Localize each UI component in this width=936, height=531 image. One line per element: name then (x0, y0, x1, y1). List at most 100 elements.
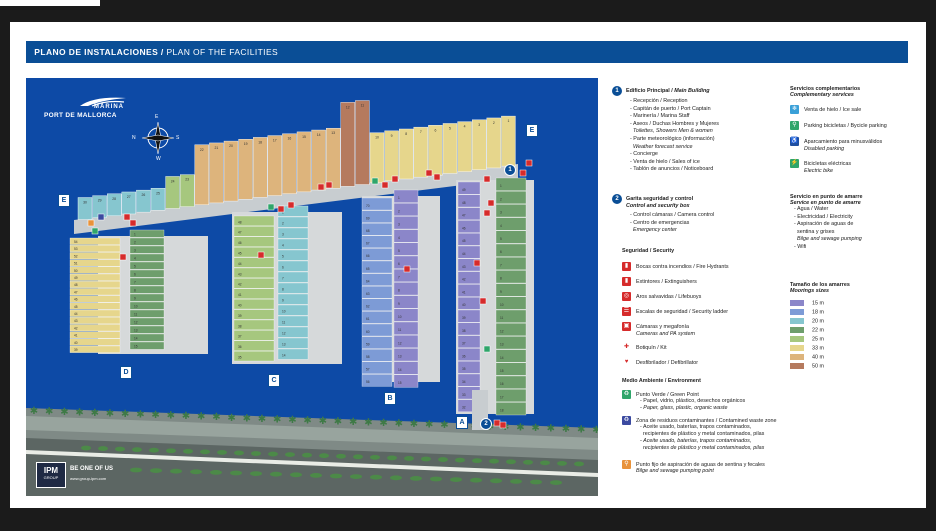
berth-top[interactable]: 1 (501, 115, 516, 167)
berth-d_right[interactable]: 7 (129, 277, 165, 286)
berth-c_left[interactable]: 41 (233, 288, 275, 299)
berth-a_right[interactable]: 11 (495, 309, 527, 323)
berth-slot[interactable] (252, 137, 268, 198)
berth-top[interactable]: 25 (150, 188, 166, 211)
berth-top[interactable]: 17 (267, 135, 283, 196)
berth-c_left[interactable]: 43 (233, 267, 275, 278)
berth-a_right[interactable]: 5 (495, 230, 527, 244)
berth-c_left[interactable]: 48 (233, 215, 275, 226)
berth-top[interactable]: 6 (428, 125, 443, 176)
berth-d_right[interactable]: 2 (129, 237, 165, 246)
berth-a_left[interactable]: 47 (457, 207, 481, 220)
berth-b_right[interactable]: 2 (393, 203, 419, 216)
zone-a[interactable]: A (456, 416, 468, 429)
berth-b_right[interactable]: 14 (393, 361, 419, 375)
berth-slot[interactable] (442, 123, 458, 174)
berth-top[interactable]: 10 (369, 132, 385, 183)
berth-top[interactable]: 22 (194, 144, 210, 205)
berth-top[interactable]: 21 (209, 142, 224, 204)
berth-top[interactable]: 7 (413, 126, 428, 178)
berth-b_right[interactable]: 4 (393, 229, 419, 243)
berth-b_left[interactable]: 60 (361, 323, 393, 337)
berth-c_right[interactable]: 10 (277, 304, 309, 316)
facility-marker-icon[interactable] (129, 219, 137, 227)
berth-d_left[interactable]: 41 (69, 331, 121, 339)
berth-a_left[interactable]: 35 (457, 361, 481, 374)
berth-c_left[interactable]: 45 (233, 247, 275, 258)
berth-c_left[interactable]: 46 (233, 236, 275, 247)
berth-slot[interactable] (428, 125, 443, 176)
berth-top[interactable]: 15 (296, 131, 312, 193)
berth-d_right[interactable]: 5 (129, 261, 165, 270)
berth-d_right[interactable]: 11 (129, 309, 165, 318)
berth-slot[interactable] (326, 127, 341, 189)
berth-top[interactable]: 9 (384, 130, 399, 182)
berth-a_right[interactable]: 7 (495, 257, 527, 270)
facility-marker-icon[interactable] (317, 183, 325, 191)
berth-d_left[interactable]: 51 (69, 259, 121, 267)
berth-slot[interactable] (457, 121, 472, 172)
berth-d_left[interactable]: 47 (69, 288, 121, 296)
facility-marker-icon[interactable] (403, 265, 411, 273)
berth-top[interactable]: 20 (223, 140, 239, 202)
berth-d_left[interactable]: 52 (69, 252, 121, 260)
berth-a_right[interactable]: 14 (495, 349, 527, 363)
facility-marker-icon[interactable] (123, 213, 131, 221)
berth-c_right[interactable]: 2 (277, 216, 309, 228)
facility-marker-icon[interactable] (97, 213, 105, 221)
berth-b_left[interactable]: 65 (361, 260, 393, 274)
facility-marker-icon[interactable] (371, 177, 379, 185)
berth-a_left[interactable]: 46 (457, 220, 481, 233)
berth-d_right[interactable]: 3 (129, 245, 165, 254)
berth-slot[interactable] (296, 131, 312, 193)
berth-c_left[interactable]: 39 (233, 309, 275, 320)
berth-b_left[interactable]: 67 (361, 235, 393, 248)
facility-marker-icon[interactable] (483, 345, 491, 353)
berth-a_left[interactable]: 49 (457, 181, 481, 195)
berth-d_right[interactable]: 10 (129, 301, 165, 310)
berth-a_left[interactable]: 41 (457, 284, 481, 297)
berth-d_left[interactable]: 43 (69, 317, 121, 324)
berth-b_left[interactable]: 59 (361, 336, 393, 349)
berth-b_left[interactable]: 58 (361, 349, 393, 362)
berth-top[interactable]: 3 (472, 119, 487, 170)
facility-marker-icon[interactable] (487, 199, 495, 207)
ipm-url[interactable]: www.group-ipm.com (70, 476, 106, 481)
berth-d_left[interactable]: 48 (69, 281, 121, 288)
facility-marker-icon[interactable] (493, 419, 501, 427)
berth-d_left[interactable]: 53 (69, 245, 121, 252)
facility-marker-icon[interactable] (473, 259, 481, 267)
berth-d_right[interactable]: 1 (129, 229, 165, 238)
berth-c_left[interactable]: 40 (233, 299, 275, 310)
berth-b_right[interactable]: 10 (393, 308, 419, 322)
facility-marker-icon[interactable] (519, 169, 527, 177)
berth-c_left[interactable]: 42 (233, 278, 275, 289)
facility-marker-icon[interactable] (525, 159, 533, 167)
berth-a_right[interactable]: 17 (495, 389, 527, 402)
berth-c_right[interactable]: 8 (277, 282, 309, 294)
berth-top[interactable]: 18 (252, 137, 268, 198)
facility-marker-icon[interactable] (381, 181, 389, 189)
berth-slot[interactable] (369, 132, 385, 183)
zone-e-left[interactable]: E (58, 194, 70, 207)
berth-slot[interactable] (486, 117, 501, 169)
berth-slot[interactable] (194, 144, 210, 205)
facility-marker-icon[interactable] (257, 251, 265, 259)
berth-top[interactable]: 26 (136, 189, 151, 213)
berth-slot[interactable] (238, 139, 253, 200)
berth-top[interactable]: 30 (77, 197, 93, 220)
berth-a_right[interactable]: 10 (495, 296, 527, 310)
berth-d_right[interactable]: 14 (129, 333, 165, 342)
berth-d_left[interactable]: 39 (69, 345, 121, 353)
berth-d_left[interactable]: 46 (69, 295, 121, 303)
berth-d_left[interactable]: 44 (69, 309, 121, 317)
zone-e-right[interactable]: E (526, 124, 538, 137)
berth-b_left[interactable]: 62 (361, 298, 393, 311)
berth-c_left[interactable]: 37 (233, 330, 275, 341)
berth-a_right[interactable]: 9 (495, 283, 527, 297)
facility-marker-icon[interactable] (483, 209, 491, 217)
facility-marker-icon[interactable] (391, 175, 399, 183)
berth-top[interactable]: 19 (238, 139, 253, 200)
facility-marker-icon[interactable] (425, 169, 433, 177)
facility-marker-icon[interactable] (479, 297, 487, 305)
